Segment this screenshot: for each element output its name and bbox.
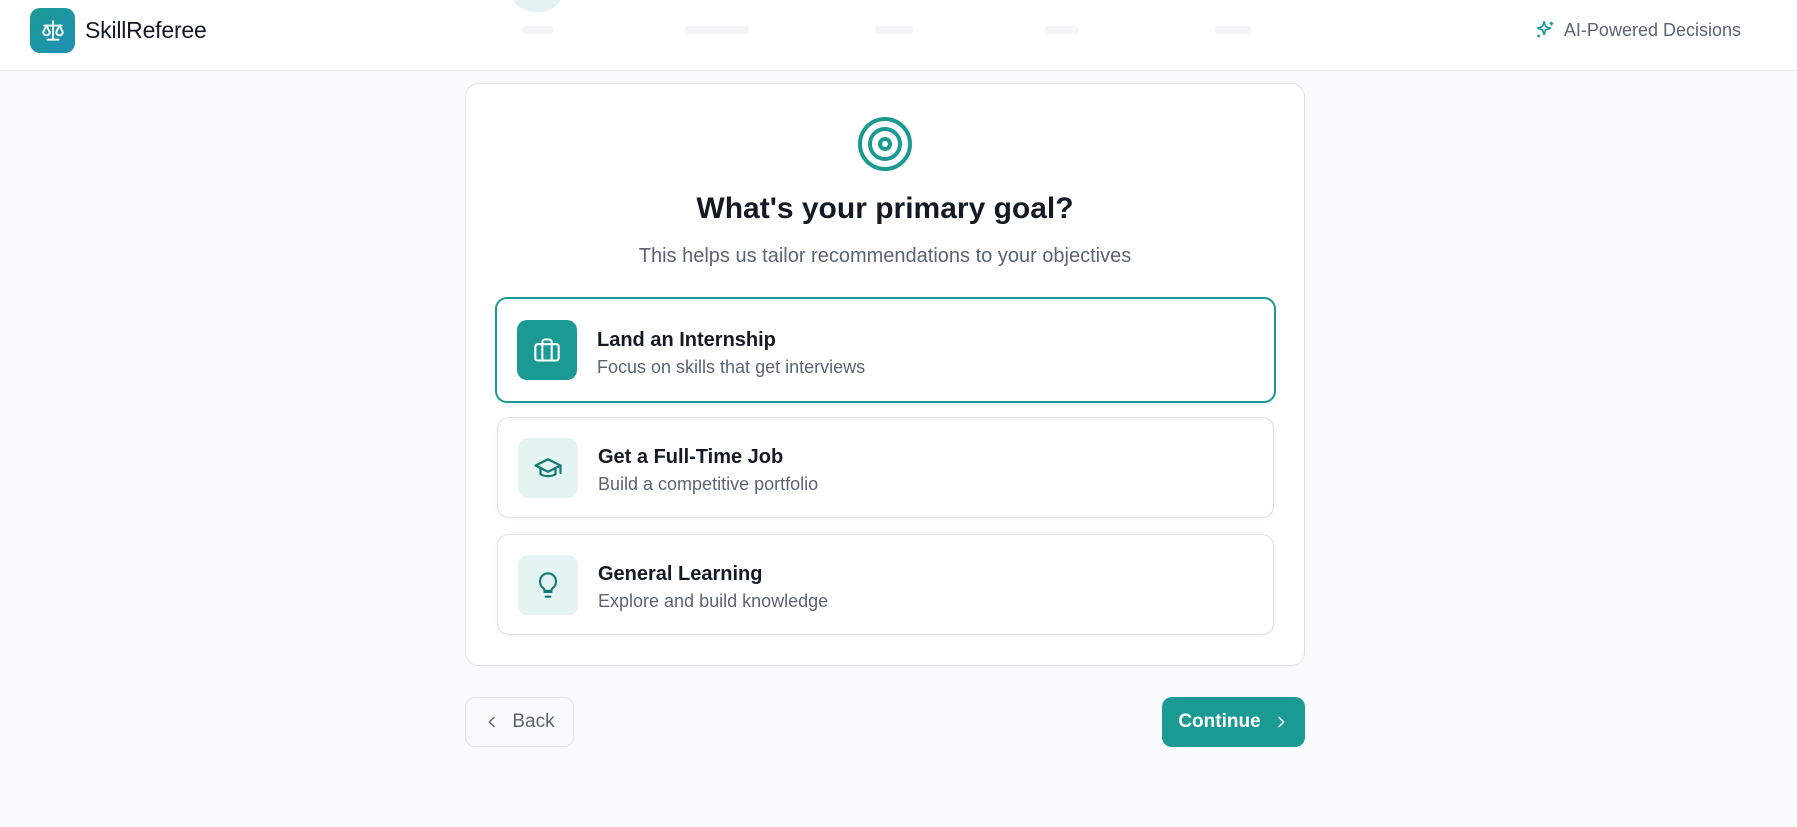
question-subtitle: This helps us tailor recommendations to … (638, 245, 1132, 267)
goal-question-card: What's your primary goal? This helps us … (465, 83, 1305, 666)
logo[interactable] (30, 8, 75, 53)
option-description: Explore and build knowledge (598, 591, 829, 611)
faded-step-label (522, 26, 554, 34)
option-full-time-job[interactable]: Get a Full-Time Job Build a competitive … (497, 417, 1274, 518)
back-button-label: Back (512, 711, 555, 732)
continue-button[interactable]: Continue (1162, 697, 1305, 747)
top-header: SkillReferee AI-Powered Decisions (0, 0, 1797, 71)
ai-badge-label: AI-Powered Decisions (1563, 19, 1741, 40)
lightbulb-icon (538, 572, 558, 598)
brand-name: SkillReferee (85, 17, 207, 43)
option-internship[interactable]: Land an Internship Focus on skills that … (495, 297, 1276, 403)
sparkles-icon (1536, 20, 1554, 38)
continue-button-label: Continue (1178, 711, 1261, 732)
option-description: Focus on skills that get interviews (597, 357, 866, 377)
graduation-cap-icon (534, 458, 562, 478)
briefcase-icon (534, 338, 560, 362)
faded-step-label (685, 26, 749, 34)
faded-step-label (875, 26, 913, 34)
chevron-left-icon (488, 716, 496, 728)
option-description: Build a competitive portfolio (598, 474, 819, 494)
chevron-right-icon (1277, 716, 1285, 728)
back-button[interactable]: Back (465, 697, 574, 747)
faded-step-label (1215, 26, 1251, 34)
scale-icon (41, 19, 64, 41)
ai-badge: AI-Powered Decisions (1534, 19, 1741, 41)
faded-step-dot (512, 0, 562, 12)
option-title: General Learning (598, 563, 763, 585)
target-icon (858, 117, 912, 171)
option-icon-box (518, 555, 578, 615)
faded-step-indicator (500, 0, 1260, 50)
faded-step-label (1045, 26, 1079, 34)
option-title: Land an Internship (597, 329, 776, 351)
question-title: What's your primary goal? (696, 192, 1074, 225)
option-icon-box (517, 320, 577, 380)
option-title: Get a Full-Time Job (598, 446, 784, 468)
option-general-learning[interactable]: General Learning Explore and build knowl… (497, 534, 1274, 635)
option-icon-box (518, 438, 578, 498)
